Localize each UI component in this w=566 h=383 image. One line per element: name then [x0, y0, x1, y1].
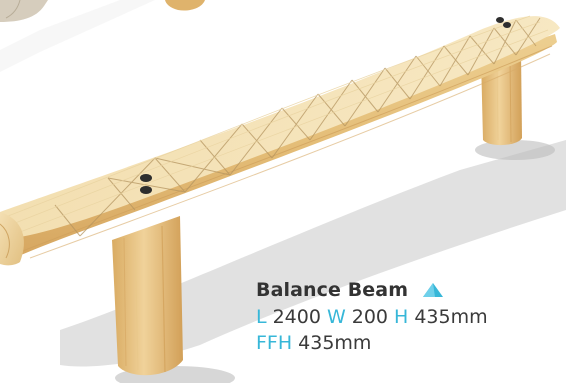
height-label: H [394, 306, 409, 328]
product-caption: Balance Beam L 2400 W 200 H 435mm FFH 435mm [256, 276, 556, 356]
ffh-value: 435mm [298, 332, 372, 354]
height-value: 435mm [414, 306, 488, 328]
title-row: Balance Beam [256, 276, 556, 304]
post-left [112, 216, 183, 376]
adjacent-post-top [165, 0, 205, 11]
width-label: W [326, 306, 346, 328]
post-shadow-right [475, 140, 555, 160]
dimensions-line: L 2400 W 200 H 435mm [256, 304, 556, 330]
length-value: 2400 [272, 306, 321, 328]
ffh-line: FFH 435mm [256, 330, 556, 356]
adjacent-log-top-left [0, 0, 155, 72]
product-title: Balance Beam [256, 279, 409, 301]
length-label: L [256, 306, 267, 328]
ffh-label: FFH [256, 332, 293, 354]
triangle-icon [423, 283, 444, 297]
width-value: 200 [351, 306, 389, 328]
